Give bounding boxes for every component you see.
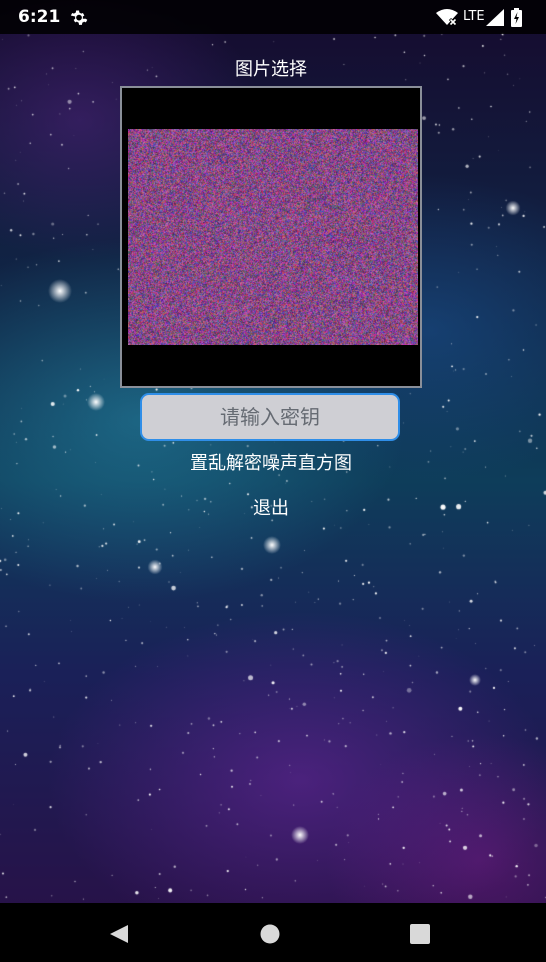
signal-icon <box>486 9 504 30</box>
home-icon[interactable] <box>260 924 280 948</box>
image-preview[interactable] <box>120 86 422 388</box>
network-type-label: LTE <box>463 9 485 24</box>
phone-screen: 6:21 LTE 图片选择 请输入密钥 置乱解密噪声直方图 退出 <box>0 0 546 962</box>
back-icon[interactable] <box>108 923 130 949</box>
status-time: 6:21 <box>18 7 61 27</box>
status-bar: 6:21 LTE <box>0 0 546 34</box>
recents-icon[interactable] <box>410 924 430 948</box>
scrambled-image <box>128 129 418 345</box>
exit-button[interactable]: 退出 <box>0 494 542 520</box>
wifi-icon <box>436 9 458 30</box>
page-title: 图片选择 <box>235 59 307 80</box>
navigation-bar <box>0 903 546 962</box>
decrypt-histogram-button[interactable]: 置乱解密噪声直方图 <box>0 449 542 475</box>
gear-icon <box>70 9 88 31</box>
key-input[interactable] <box>140 393 400 441</box>
battery-icon <box>511 8 522 31</box>
